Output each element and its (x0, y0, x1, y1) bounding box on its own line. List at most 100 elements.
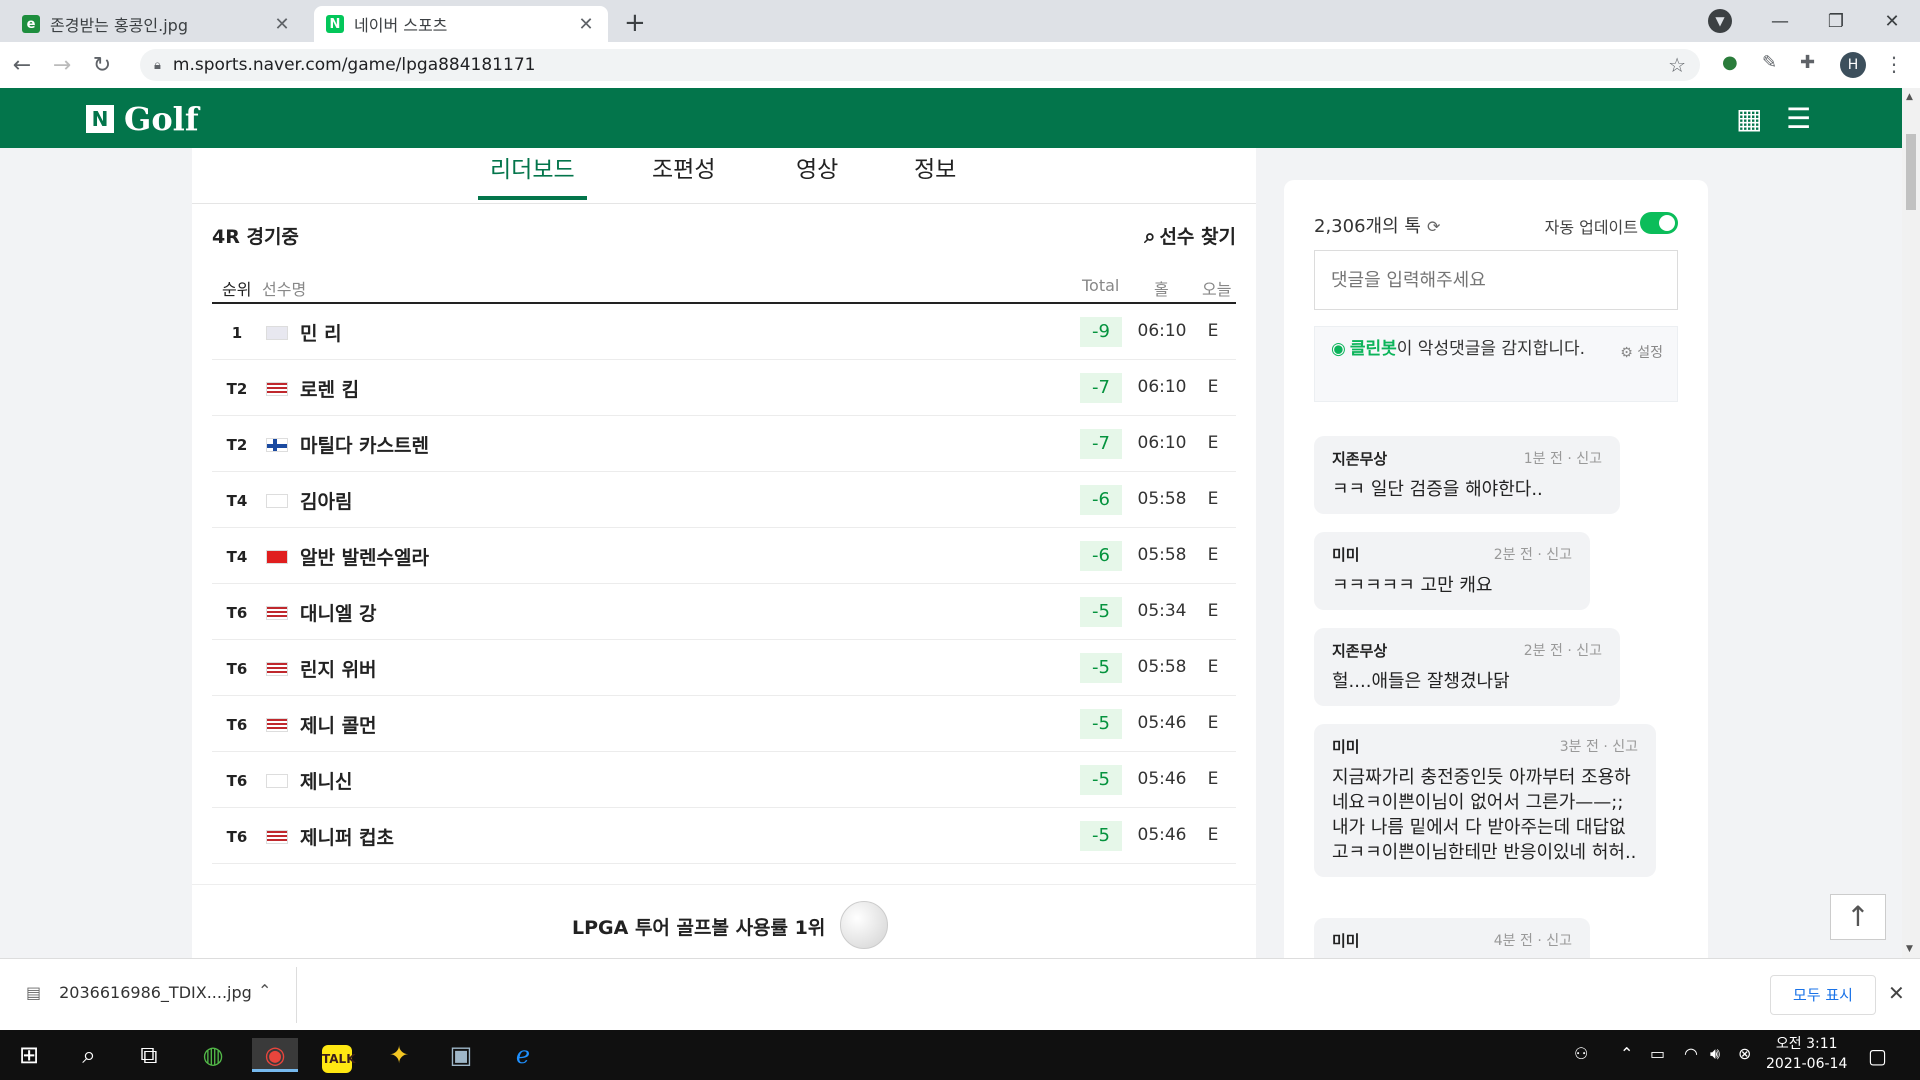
tab-leaderboard[interactable]: 리더보드 (478, 150, 587, 200)
browser-tab-naver-sports[interactable]: N 네이버 스포츠 ✕ (314, 6, 608, 42)
tab-info[interactable]: 정보 (914, 150, 956, 196)
table-row[interactable]: T6 대니엘 강 -5 05:34 E (212, 584, 1236, 640)
download-bar: ▤ 2036616986_TDIX....jpg ⌃ 모두 표시 ✕ (0, 958, 1920, 1030)
talk-panel: 2,306개의 톡 ⟳ 자동 업데이트 ◉클린봇이 악성댓글을 감지합니다. ⚙ … (1284, 180, 1708, 958)
chrome-icon[interactable]: ◉ (252, 1038, 298, 1072)
task-view-icon[interactable]: ⧉ (126, 1038, 172, 1072)
forward-icon[interactable]: → (44, 53, 80, 78)
close-icon[interactable]: ✕ (272, 14, 292, 35)
reload-icon[interactable]: ↻ (84, 53, 120, 78)
notification-off-icon[interactable]: ⊗ (1738, 1044, 1751, 1063)
player-name[interactable]: 민 리 (300, 319, 342, 346)
promo-banner[interactable]: LPGA 투어 골프볼 사용률 1위 (192, 884, 1256, 958)
player-name[interactable]: 김아림 (300, 487, 352, 514)
scroll-thumb[interactable] (1906, 134, 1916, 210)
cleanbot-text: 이 악성댓글을 감지합니다. (1396, 339, 1586, 359)
tab-groupings[interactable]: 조편성 (652, 150, 715, 196)
windows-start-icon[interactable]: ⊞ (6, 1038, 52, 1072)
refresh-icon[interactable]: ⟳ (1427, 217, 1440, 236)
close-icon[interactable]: ✕ (576, 14, 596, 35)
wifi-icon[interactable]: ◠ (1684, 1044, 1698, 1063)
flag-usa-icon (266, 830, 288, 844)
maximize-icon[interactable]: ❐ (1808, 11, 1864, 32)
back-icon[interactable]: ← (4, 53, 40, 78)
scroll-up-icon[interactable]: ▲ (1906, 92, 1913, 102)
tab-video[interactable]: 영상 (796, 150, 838, 196)
people-icon[interactable]: ⚇ (1574, 1044, 1588, 1063)
system-clock[interactable]: 오전 3:11 2021-06-14 (1766, 1034, 1847, 1074)
globe-app-icon[interactable]: ◍ (190, 1038, 236, 1072)
player-name[interactable]: 린지 위버 (300, 655, 377, 682)
tab-search-icon[interactable]: ▼ (1708, 9, 1732, 33)
browser-toolbar: ← → ↻ 🔒︎ m.sports.naver.com/game/lpga884… (0, 42, 1920, 88)
comment-meta[interactable]: 3분 전 · 신고 (1560, 736, 1638, 756)
comment-text: 헐....애들은 잘챙겼나닭 (1332, 671, 1510, 692)
logo-text: Golf (124, 100, 199, 138)
lock-icon[interactable]: 🔒︎ (154, 58, 161, 73)
cleanbot-settings-button[interactable]: ⚙ 설정 (1620, 341, 1663, 366)
download-item[interactable]: ▤ 2036616986_TDIX....jpg (26, 983, 252, 1002)
chevron-up-icon[interactable]: ⌃ (1620, 1044, 1633, 1063)
player-name[interactable]: 로렌 킴 (300, 375, 359, 402)
hole: 05:46 (1137, 769, 1187, 789)
image-viewer-icon[interactable]: ▣ (438, 1038, 484, 1072)
calendar-icon[interactable]: ▦ (1736, 102, 1762, 135)
bookmark-star-icon[interactable]: ☆ (1668, 53, 1686, 77)
player-name[interactable]: 제니신 (300, 767, 352, 794)
window-close-icon[interactable]: ✕ (1864, 11, 1920, 32)
player-name[interactable]: 알반 발렌수엘라 (300, 543, 429, 570)
table-row[interactable]: T4 김아림 -6 05:58 E (212, 472, 1236, 528)
scroll-down-icon[interactable]: ▼ (1906, 944, 1913, 954)
comment-input[interactable] (1314, 250, 1678, 310)
table-row[interactable]: T6 제니퍼 컵초 -5 05:46 E (212, 808, 1236, 864)
comment-meta[interactable]: 2분 전 · 신고 (1524, 640, 1602, 660)
new-tab-icon[interactable]: + (624, 8, 646, 38)
internet-explorer-icon[interactable]: ℯ (500, 1038, 546, 1072)
show-all-button[interactable]: 모두 표시 (1770, 975, 1876, 1015)
today-score: E (1207, 489, 1219, 509)
auto-update-toggle[interactable] (1640, 212, 1678, 234)
action-center-icon[interactable]: ▢ (1868, 1044, 1887, 1068)
today-score: E (1207, 657, 1219, 677)
volume-icon[interactable]: 🔊︎ (1710, 1044, 1720, 1064)
table-row[interactable]: 1 민 리 -9 06:10 E (212, 304, 1236, 360)
magic-wand-icon[interactable]: ✦ (376, 1038, 422, 1072)
profile-avatar[interactable]: H (1840, 52, 1866, 78)
table-row[interactable]: T6 린지 위버 -5 05:58 E (212, 640, 1236, 696)
table-row[interactable]: T2 로렌 킴 -7 06:10 E (212, 360, 1236, 416)
total-score: -7 (1080, 429, 1122, 459)
menu-kebab-icon[interactable]: ⋮ (1884, 52, 1904, 76)
close-icon[interactable]: ✕ (1888, 981, 1905, 1005)
leaderboard-rows: 1 민 리 -9 06:10 E T2 로렌 킴 -7 06:10 E T2 마… (212, 304, 1236, 864)
table-row[interactable]: T6 제니 콜먼 -5 05:46 E (212, 696, 1236, 752)
cleanbot-name[interactable]: 클린봇 (1350, 339, 1397, 359)
golf-logo[interactable]: N Golf (86, 100, 199, 138)
search-icon[interactable]: ⌕ (66, 1038, 112, 1072)
table-row[interactable]: T2 마틸다 카스트렌 -7 06:10 E (212, 416, 1236, 472)
column-rank[interactable]: 순위 (222, 276, 251, 300)
find-player-button[interactable]: ⌕ 선수 찾기 (1144, 222, 1236, 249)
player-name[interactable]: 대니엘 강 (300, 599, 377, 626)
page-scrollbar[interactable]: ▲ ▼ (1902, 88, 1920, 958)
table-row[interactable]: T4 알반 발렌수엘라 -6 05:58 E (212, 528, 1236, 584)
url-text[interactable]: m.sports.naver.com/game/lpga884181171 (173, 55, 1668, 75)
battery-icon[interactable]: ▭ (1650, 1044, 1665, 1063)
player-name[interactable]: 제니 콜먼 (300, 711, 377, 738)
comment-meta[interactable]: 4분 전 · 신고 (1494, 930, 1572, 950)
total-score: -5 (1080, 709, 1122, 739)
player-name[interactable]: 마틸다 카스트렌 (300, 431, 429, 458)
kakaotalk-icon[interactable]: TALK (314, 1038, 360, 1073)
table-row[interactable]: T6 제니신 -5 05:46 E (212, 752, 1236, 808)
comment-meta[interactable]: 1분 전 · 신고 (1524, 448, 1602, 468)
scroll-to-top-button[interactable]: ↑ (1830, 894, 1886, 940)
hamburger-menu-icon[interactable]: ☰ (1786, 102, 1811, 135)
browser-tab-image[interactable]: e 존경받는 홍콩인.jpg ✕ (10, 6, 304, 42)
player-name[interactable]: 제니퍼 컵초 (300, 823, 394, 850)
comment-meta[interactable]: 2분 전 · 신고 (1494, 544, 1572, 564)
extension-tool-icon[interactable]: ✎ (1762, 52, 1777, 73)
address-bar[interactable]: 🔒︎ m.sports.naver.com/game/lpga884181171… (140, 49, 1700, 81)
minimize-icon[interactable]: — (1752, 11, 1808, 32)
chevron-up-icon[interactable]: ⌃ (258, 981, 271, 1000)
extensions-puzzle-icon[interactable]: ✚ (1800, 52, 1815, 73)
extension-globe-icon[interactable]: ● (1722, 52, 1738, 73)
